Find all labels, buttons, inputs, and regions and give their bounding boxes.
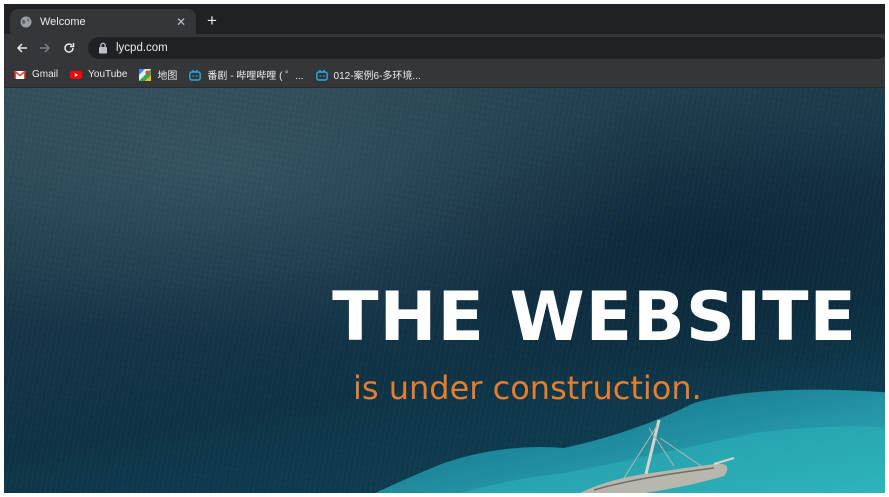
browser-window: Welcome ✕ + lycpd.com Gmail YouTube 地图 番… xyxy=(4,4,885,493)
back-arrow-icon[interactable] xyxy=(12,38,32,58)
tab-strip: Welcome ✕ + xyxy=(4,4,885,34)
new-tab-button[interactable]: + xyxy=(202,11,222,31)
page-headline: THE WEBSITE xyxy=(332,278,857,357)
youtube-icon xyxy=(70,69,83,81)
bookmarks-bar: Gmail YouTube 地图 番剧 - 哔哩哔哩 (゜... 012-案例… xyxy=(4,62,885,88)
url-text: lycpd.com xyxy=(116,42,168,54)
gmail-icon xyxy=(14,69,26,81)
boat-image xyxy=(579,419,735,493)
globe-icon xyxy=(20,16,32,28)
toolbar: lycpd.com xyxy=(4,34,885,62)
bookmark-label: 地图 xyxy=(157,71,178,82)
lock-icon[interactable] xyxy=(98,42,108,54)
hero-background: THE WEBSITE is under construction. xyxy=(4,88,885,493)
reload-icon[interactable] xyxy=(59,38,79,58)
bookmark-label: 012-案例6-多环境... xyxy=(333,71,421,82)
tab-welcome[interactable]: Welcome ✕ xyxy=(10,9,196,34)
bookmark-bilibili-anime[interactable]: 番剧 - 哔哩哔哩 ( ゜... xyxy=(183,65,309,85)
bookmark-label: YouTube xyxy=(88,69,128,80)
bookmark-label: 番剧 - 哔哩哔哩 ( ゜... xyxy=(207,71,304,82)
maps-icon xyxy=(139,68,152,81)
bilibili-icon xyxy=(315,69,328,81)
address-bar[interactable]: lycpd.com xyxy=(88,37,885,59)
bookmark-maps[interactable]: 地图 xyxy=(133,65,183,85)
bookmark-label: Gmail xyxy=(32,69,59,80)
tab-title: Welcome xyxy=(40,15,86,28)
bookmark-gmail[interactable]: Gmail xyxy=(4,65,64,85)
forward-arrow-icon[interactable] xyxy=(35,38,55,58)
bookmark-youtube[interactable]: YouTube xyxy=(64,65,133,85)
bilibili-icon xyxy=(189,69,202,81)
close-icon[interactable]: ✕ xyxy=(174,15,188,29)
page-subheadline: is under construction. xyxy=(353,369,702,407)
bookmark-bilibili-course[interactable]: 012-案例6-多环境... xyxy=(310,65,427,85)
